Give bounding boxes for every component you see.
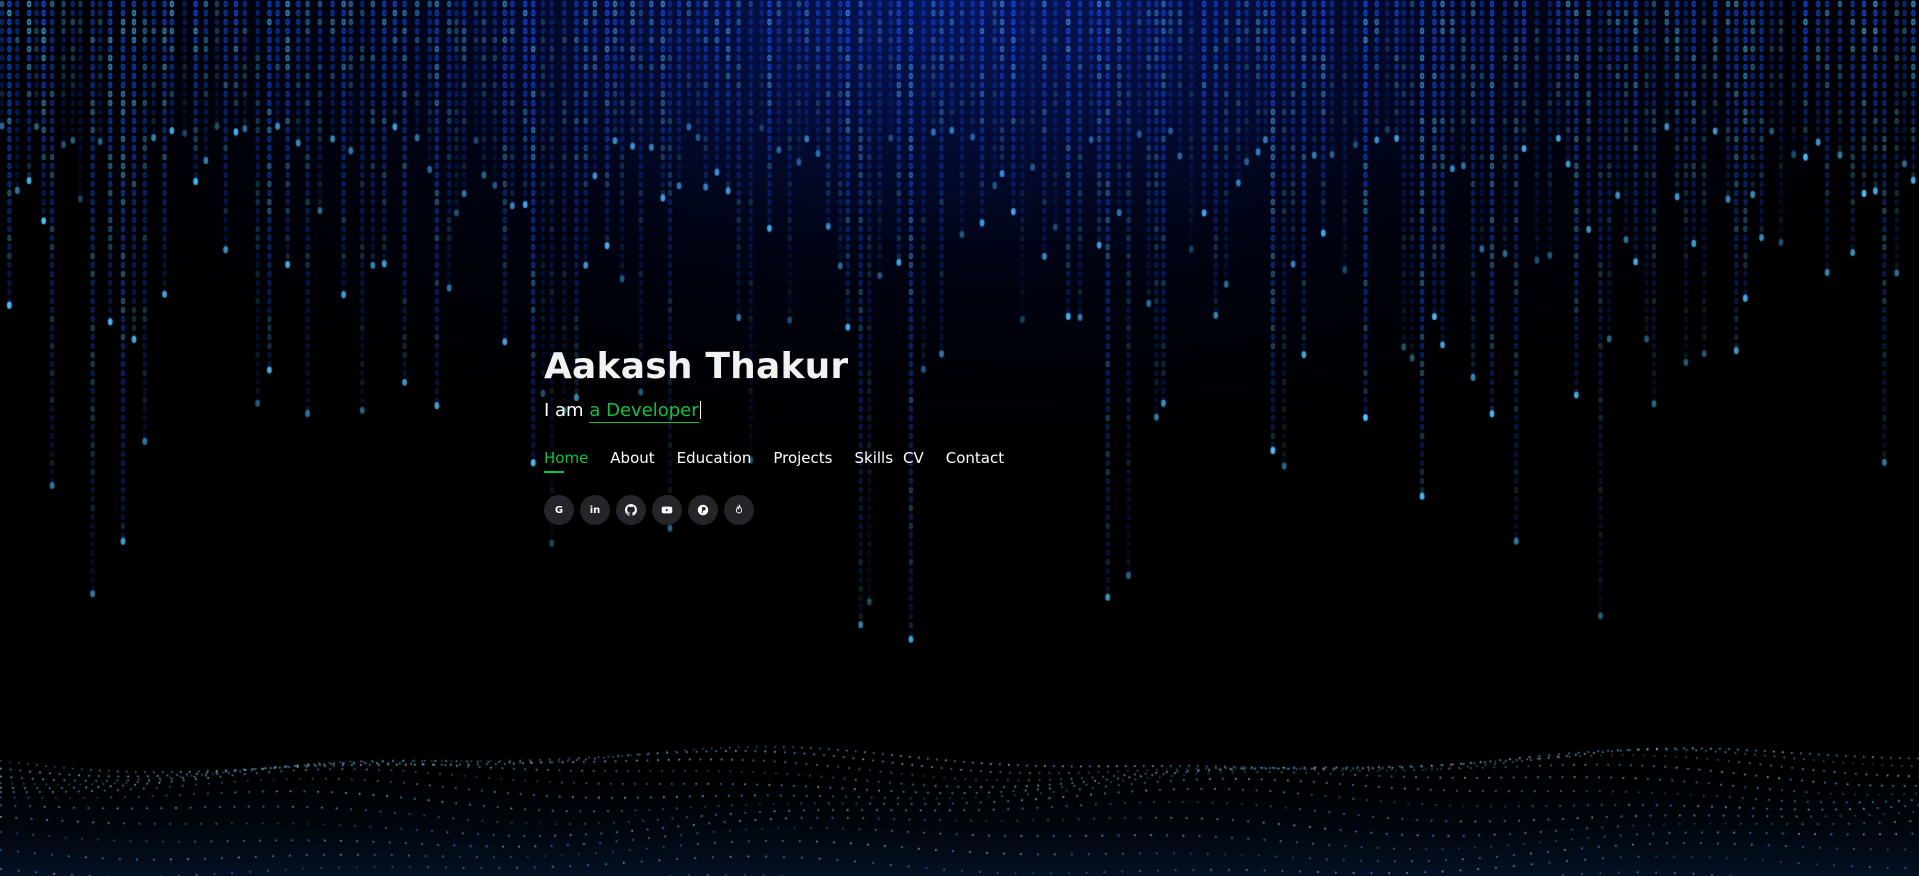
nav-home[interactable]: Home: [544, 449, 588, 473]
nav-projects[interactable]: Projects: [773, 449, 832, 473]
pinterest-icon: [697, 504, 709, 516]
hero-tagline: I am a Developer: [544, 399, 1064, 423]
github-link[interactable]: [616, 495, 646, 525]
hero-content: Aakash Thakur I am a Developer Home Abou…: [544, 345, 1064, 525]
linkedin-link[interactable]: in: [580, 495, 610, 525]
nav-education[interactable]: Education: [677, 449, 752, 473]
github-icon: [625, 504, 637, 516]
nav-cv[interactable]: CV: [903, 449, 924, 473]
youtube-icon: [661, 506, 673, 514]
social-links: G in: [544, 495, 1064, 525]
pinterest-link[interactable]: [688, 495, 718, 525]
hero-section: Aakash Thakur I am a Developer Home Abou…: [0, 0, 1919, 876]
linkedin-icon: in: [589, 504, 601, 516]
youtube-link[interactable]: [652, 495, 682, 525]
google-link[interactable]: G: [544, 495, 574, 525]
google-icon: G: [554, 504, 564, 516]
typed-role: a Developer: [589, 400, 699, 423]
nav-skills[interactable]: Skills: [854, 449, 893, 473]
nav-about[interactable]: About: [610, 449, 654, 473]
nav-contact[interactable]: Contact: [946, 449, 1004, 473]
tagline-prefix: I am: [544, 400, 590, 421]
fire-icon: [735, 504, 743, 514]
main-nav: Home About Education Projects Skills CV …: [544, 449, 1064, 473]
typing-caret: [699, 401, 701, 419]
fire-link[interactable]: [724, 495, 754, 525]
hero-name: Aakash Thakur: [544, 346, 849, 387]
